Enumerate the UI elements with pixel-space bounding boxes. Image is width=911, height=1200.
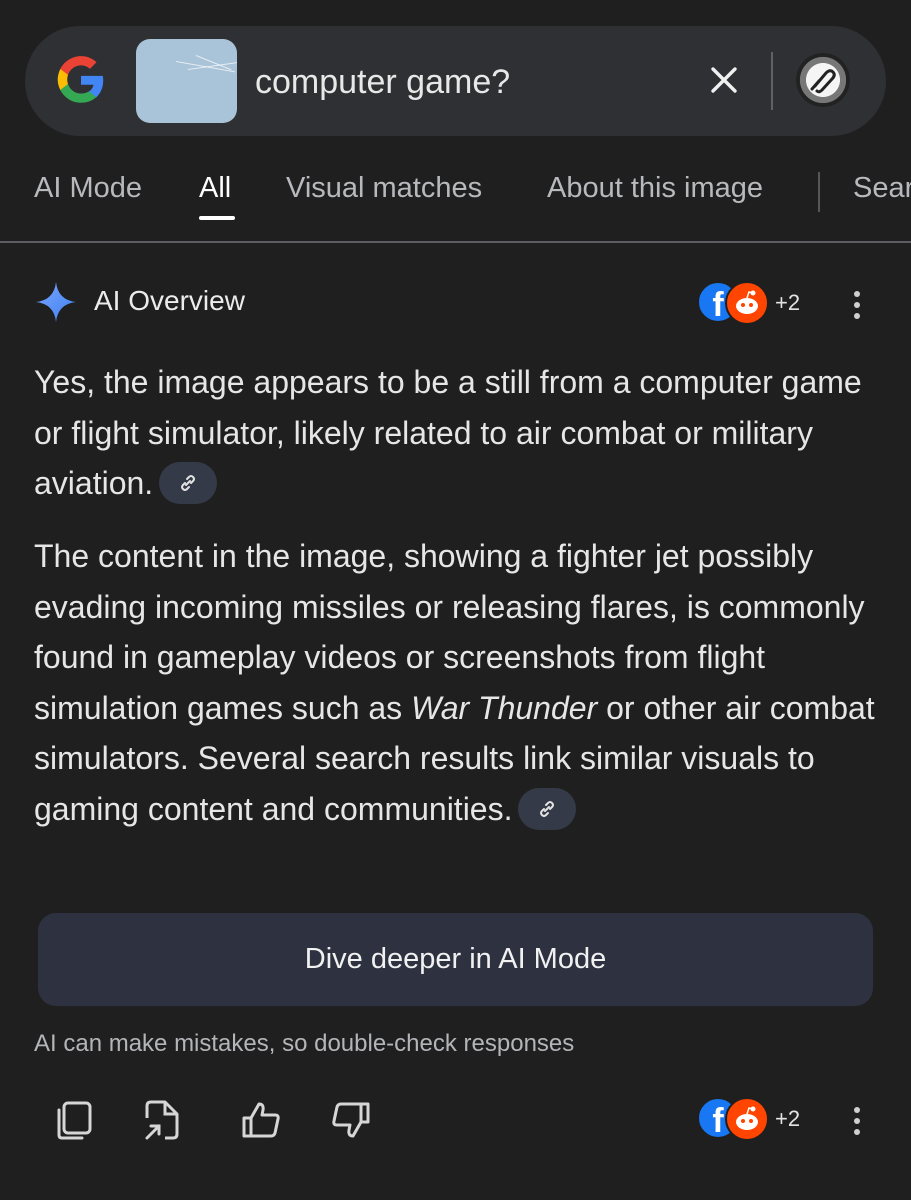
dive-deeper-button[interactable]: Dive deeper in AI Mode (38, 913, 873, 1006)
search-query-input[interactable]: computer game? (255, 62, 510, 102)
tab-separator (818, 172, 820, 212)
search-divider (771, 52, 773, 110)
more-options-icon[interactable] (853, 291, 861, 323)
thumbs-down-icon[interactable] (328, 1098, 372, 1142)
overview-paragraph-2: The content in the image, showing a figh… (34, 531, 884, 835)
source-link-chip[interactable] (518, 787, 577, 830)
google-logo (57, 56, 104, 103)
lens-icon[interactable] (796, 53, 850, 107)
sources-more-count: +2 (775, 290, 801, 315)
paragraph-1-text: Yes, the image appears to be a still fro… (34, 364, 862, 502)
tab-search[interactable]: Sear (853, 172, 911, 205)
copy-icon[interactable] (52, 1098, 96, 1142)
tab-ai-mode[interactable]: AI Mode (34, 172, 142, 205)
ai-disclaimer: AI can make mistakes, so double-check re… (34, 1030, 575, 1057)
link-icon (181, 474, 196, 491)
footer-more-options-icon[interactable] (853, 1107, 861, 1139)
footer-sources-more-count: +2 (775, 1106, 801, 1131)
reddit-icon (725, 1097, 769, 1141)
ai-overview-title: AI Overview (94, 285, 245, 316)
active-tab-indicator (199, 216, 235, 220)
image-thumbnail[interactable] (136, 39, 237, 123)
game-title-emphasis: War Thunder (411, 689, 598, 726)
source-link-chip[interactable] (159, 461, 218, 504)
sources-group[interactable]: f +2 (697, 281, 827, 325)
share-icon[interactable] (141, 1098, 185, 1142)
thumbs-up-icon[interactable] (240, 1098, 284, 1142)
link-icon (540, 800, 555, 817)
tab-visual-matches[interactable]: Visual matches (286, 172, 482, 205)
tab-all[interactable]: All (199, 172, 231, 205)
ai-sparkle-icon (36, 282, 76, 322)
tabs-divider (0, 241, 911, 243)
overview-paragraph-1: Yes, the image appears to be a still fro… (34, 357, 884, 509)
reddit-icon (725, 281, 769, 325)
close-icon[interactable] (706, 62, 742, 98)
tab-about-this-image[interactable]: About this image (547, 172, 763, 205)
footer-sources-group[interactable]: f +2 (697, 1097, 827, 1141)
tab-bar: AI Mode All Visual matches About this im… (0, 160, 911, 244)
